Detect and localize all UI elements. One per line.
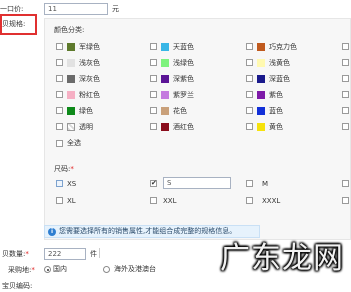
color-checkbox[interactable] xyxy=(246,75,253,82)
purchase-option-domestic: 国内 xyxy=(53,265,67,273)
color-header: 颜色分类: xyxy=(54,26,85,34)
color-swatch xyxy=(257,122,265,131)
color-checkbox[interactable] xyxy=(246,123,253,130)
color-label: 深灰色 xyxy=(79,75,100,83)
color-label: 绿色 xyxy=(79,107,93,115)
color-label: 军绿色 xyxy=(79,43,100,51)
color-swatch xyxy=(161,90,169,99)
color-label: 深蓝色 xyxy=(269,75,290,83)
select-all-checkbox[interactable] xyxy=(56,140,63,147)
color-checkbox[interactable] xyxy=(56,75,63,82)
size-custom-input[interactable]: S xyxy=(163,177,231,189)
watermark: 广东龙网 xyxy=(216,234,351,288)
size-checkbox-s[interactable] xyxy=(150,178,157,188)
color-label: 花色 xyxy=(173,107,187,115)
size-checkbox-m[interactable] xyxy=(246,180,253,187)
size-checkbox-xl[interactable] xyxy=(56,197,63,204)
color-swatch xyxy=(161,122,169,131)
color-label: 酒红色 xyxy=(173,123,194,131)
color-label: 透明 xyxy=(79,123,93,131)
color-label: 天蓝色 xyxy=(173,43,194,51)
quantity-label: 贝数量:* xyxy=(2,250,29,258)
color-swatch xyxy=(257,42,265,51)
color-swatch xyxy=(257,106,265,115)
color-swatch xyxy=(161,58,169,67)
color-label: 粉红色 xyxy=(79,91,100,99)
color-label: 紫罗兰 xyxy=(173,91,194,99)
color-label: 黄色 xyxy=(269,123,283,131)
color-checkbox[interactable] xyxy=(246,91,253,98)
size-label-xs: XS xyxy=(67,180,77,188)
color-checkbox[interactable] xyxy=(56,107,63,114)
color-swatch xyxy=(67,74,75,83)
color-checkbox[interactable] xyxy=(150,59,157,66)
size-checkbox-xxl[interactable] xyxy=(150,197,157,204)
color-swatch xyxy=(257,58,265,67)
color-swatch xyxy=(67,122,75,131)
color-label: 紫色 xyxy=(269,91,283,99)
color-swatch xyxy=(161,74,169,83)
color-label: 巧克力色 xyxy=(269,43,297,51)
color-swatch xyxy=(257,74,265,83)
color-checkbox-partial[interactable] xyxy=(342,59,349,66)
color-label: 浅黄色 xyxy=(269,59,290,67)
color-checkbox-partial[interactable] xyxy=(342,123,349,130)
price-input[interactable]: 11 xyxy=(44,3,108,15)
size-label-xl: XL xyxy=(67,197,76,205)
color-checkbox[interactable] xyxy=(150,107,157,114)
select-all-label: 全选 xyxy=(67,139,81,147)
color-swatch xyxy=(67,90,75,99)
color-checkbox-partial[interactable] xyxy=(342,91,349,98)
purchase-radio-overseas[interactable] xyxy=(103,266,110,273)
color-checkbox[interactable] xyxy=(56,59,63,66)
color-swatch xyxy=(161,42,169,51)
size-checkbox-partial[interactable] xyxy=(342,180,349,187)
size-label-xxl: XXL xyxy=(163,197,177,205)
color-checkbox[interactable] xyxy=(150,123,157,130)
notice-text: 您需要选择所有的销售属性,才能组合成完整的规格信息。 xyxy=(59,227,237,235)
color-checkbox[interactable] xyxy=(150,75,157,82)
watermark-text: 广东龙网 xyxy=(220,241,344,276)
color-checkbox[interactable] xyxy=(56,123,63,130)
color-checkbox[interactable] xyxy=(246,43,253,50)
color-swatch xyxy=(161,106,169,115)
purchase-radio-domestic[interactable] xyxy=(44,266,51,273)
size-header: 尺码:* xyxy=(54,165,74,173)
size-label-m: M xyxy=(262,180,269,188)
purchase-label: 采购地:* xyxy=(8,266,35,274)
bottom-label: 宝贝编码: xyxy=(2,282,33,290)
price-unit: 元 xyxy=(112,5,119,13)
quantity-input[interactable]: 222 xyxy=(44,248,86,260)
info-icon: i xyxy=(48,228,56,236)
color-swatch xyxy=(67,58,75,67)
spec-label: 贝规格: xyxy=(2,20,26,28)
quantity-divider xyxy=(99,248,106,258)
size-checkbox-xs[interactable] xyxy=(56,180,63,187)
color-label: 浅灰色 xyxy=(79,59,100,67)
color-swatch xyxy=(67,106,75,115)
color-swatch xyxy=(257,90,265,99)
size-checkbox-xxxl[interactable] xyxy=(246,197,253,204)
color-checkbox-partial[interactable] xyxy=(342,107,349,114)
color-checkbox-partial[interactable] xyxy=(342,43,349,50)
color-checkbox[interactable] xyxy=(56,91,63,98)
size-checkbox-partial-2[interactable] xyxy=(342,197,349,204)
color-label: 蓝色 xyxy=(269,107,283,115)
color-label: 深紫色 xyxy=(173,75,194,83)
color-checkbox[interactable] xyxy=(150,91,157,98)
color-checkbox[interactable] xyxy=(56,43,63,50)
color-label: 浅绿色 xyxy=(173,59,194,67)
color-checkbox[interactable] xyxy=(246,107,253,114)
color-checkbox-partial[interactable] xyxy=(342,75,349,82)
quantity-unit: 件 xyxy=(90,250,97,258)
size-label-xxxl: XXXL xyxy=(262,197,281,205)
color-checkbox[interactable] xyxy=(150,43,157,50)
purchase-option-overseas: 海外及港澳台 xyxy=(114,265,156,273)
color-checkbox[interactable] xyxy=(246,59,253,66)
color-swatch xyxy=(67,42,75,51)
